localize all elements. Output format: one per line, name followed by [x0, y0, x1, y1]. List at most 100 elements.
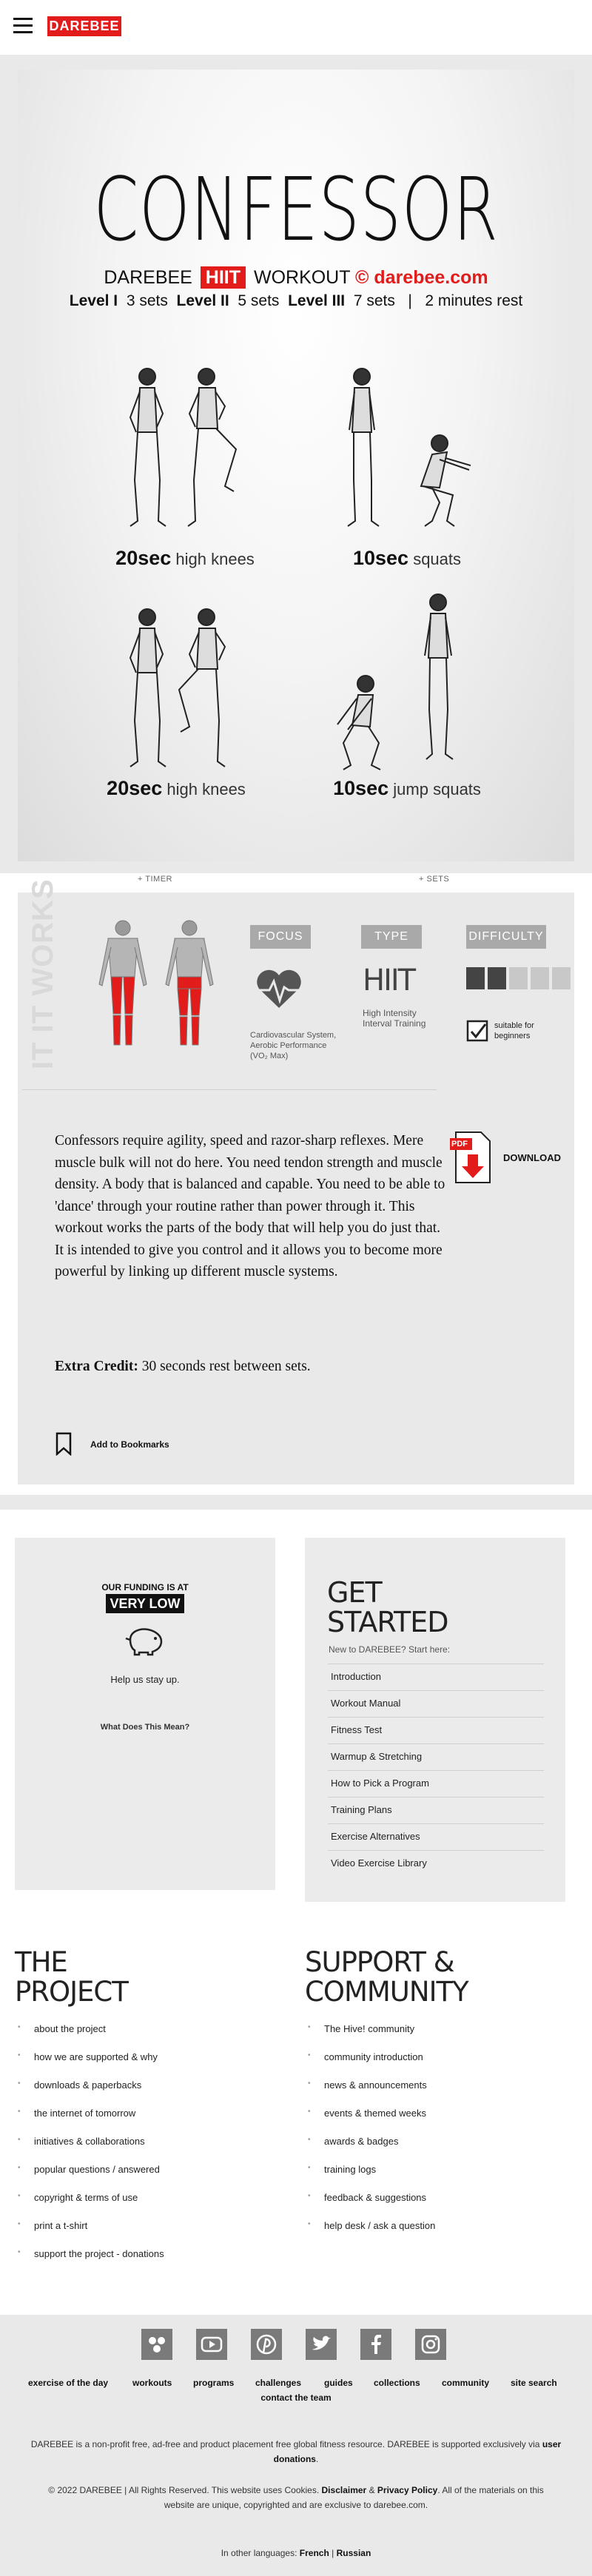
get-started-item[interactable]: Training Plans — [331, 1804, 544, 1815]
exercise-4-caption: 10sec jump squats — [274, 777, 540, 800]
project-link[interactable]: the internet of tomorrow — [34, 2108, 135, 2119]
hive-icon[interactable] — [141, 2329, 172, 2360]
get-started-item[interactable]: Fitness Test — [331, 1724, 544, 1735]
project-link[interactable]: about the project — [34, 2023, 106, 2034]
level-2-sets: 5 sets — [238, 292, 280, 309]
exercise-1-name: high knees — [175, 550, 255, 568]
get-started-item[interactable]: Exercise Alternatives — [331, 1831, 544, 1842]
footer-link[interactable]: collections — [374, 2378, 420, 2388]
support-link[interactable]: awards & badges — [324, 2136, 398, 2147]
support-link[interactable]: events & themed weeks — [324, 2108, 426, 2119]
get-started-divider — [328, 1690, 544, 1691]
poster-levels: Level I 3 sets Level II 5 sets Level III… — [18, 292, 574, 310]
facebook-icon[interactable] — [360, 2329, 391, 2360]
focus-heading: FOCUS — [250, 925, 311, 949]
difficulty-segment — [552, 967, 571, 989]
brand-copyright: © — [355, 267, 369, 288]
exercise-4-name: jump squats — [393, 780, 481, 798]
hamburger-icon[interactable] — [13, 18, 33, 34]
twitter-icon[interactable] — [306, 2329, 337, 2360]
get-started-item[interactable]: Introduction — [331, 1671, 544, 1682]
footer-link[interactable]: exercise of the day — [28, 2378, 108, 2388]
poster-title: CONFESSOR — [93, 158, 499, 260]
project-link[interactable]: support the project - donations — [34, 2248, 164, 2259]
sets-toggle[interactable]: + SETS — [419, 875, 449, 884]
darebee-logo[interactable]: DAREBEE — [47, 16, 121, 36]
funding-info-link[interactable]: What Does This Mean? — [15, 1723, 275, 1732]
support-link[interactable]: news & announcements — [324, 2079, 427, 2091]
difficulty-segment — [488, 967, 506, 989]
project-link[interactable]: initiatives & collaborations — [34, 2136, 145, 2147]
languages-label: In other languages: — [221, 2548, 297, 2558]
section-divider-band — [0, 1495, 592, 1510]
footer-languages: In other languages: French | Russian — [15, 2546, 577, 2560]
project-link[interactable]: downloads & paperbacks — [34, 2079, 141, 2091]
footer-about-text: DAREBEE is a non-profit free, ad-free an… — [30, 2439, 540, 2449]
get-started-item[interactable]: How to Pick a Program — [331, 1778, 544, 1789]
list-bullet: • — [18, 2108, 21, 2116]
pdf-download-icon[interactable] — [448, 1129, 494, 1188]
high-knees-illustration — [129, 368, 238, 527]
level-1-label: Level I — [69, 292, 118, 309]
project-title-1: THE — [15, 1946, 68, 1978]
level-1-sets: 3 sets — [126, 292, 168, 309]
get-started-title-1: GET — [327, 1576, 383, 1609]
project-link[interactable]: how we are supported & why — [34, 2051, 158, 2062]
support-link[interactable]: community introduction — [324, 2051, 423, 2062]
type-value: HIIT — [363, 964, 416, 998]
workout-poster: CONFESSOR DAREBEE HIIT WORKOUT © darebee… — [18, 70, 574, 861]
exercise-3-time: 20sec — [107, 777, 163, 799]
project-link[interactable]: copyright & terms of use — [34, 2192, 138, 2203]
support-link[interactable]: The Hive! community — [324, 2023, 414, 2034]
list-bullet: • — [308, 2079, 311, 2088]
project-title-2: PROJECT — [15, 1976, 129, 2008]
pinterest-icon[interactable] — [251, 2329, 282, 2360]
brand-prefix: DAREBEE — [104, 267, 192, 288]
footer-link[interactable]: programs — [193, 2378, 234, 2388]
list-bullet: • — [18, 2136, 21, 2144]
footer-link[interactable]: community — [442, 2378, 489, 2388]
get-started-item[interactable]: Workout Manual — [331, 1698, 544, 1709]
footer-contact-link[interactable]: contact the team — [0, 2392, 592, 2403]
piggy-bank-icon — [125, 1628, 163, 1656]
list-bullet: • — [18, 2164, 21, 2172]
instagram-icon[interactable] — [415, 2329, 446, 2360]
add-bookmark-link[interactable]: Add to Bookmarks — [90, 1439, 169, 1450]
support-link[interactable]: help desk / ask a question — [324, 2220, 435, 2231]
exercise-2-name: squats — [413, 550, 462, 568]
get-started-divider — [328, 1770, 544, 1771]
jump-squats-illustration — [337, 593, 454, 770]
workout-description: Confessors require agility, speed and ra… — [55, 1133, 445, 1279]
list-bullet: • — [308, 2108, 311, 2116]
project-link[interactable]: popular questions / answered — [34, 2164, 160, 2175]
heart-rate-icon — [255, 969, 303, 1008]
exercise-1-time: 20sec — [115, 547, 172, 569]
youtube-icon[interactable] — [196, 2329, 227, 2360]
funding-line1: OUR FUNDING IS AT — [101, 1582, 189, 1593]
disclaimer-link[interactable]: Disclaimer — [322, 2485, 367, 2495]
checkbox-icon — [466, 1020, 488, 1042]
lang-french-link[interactable]: French — [300, 2548, 329, 2558]
side-label-text: IT IT WORKS — [27, 878, 59, 1069]
get-started-item[interactable]: Video Exercise Library — [331, 1857, 544, 1869]
high-knees-illustration-2 — [129, 608, 226, 767]
support-link[interactable]: training logs — [324, 2164, 376, 2175]
footer-link[interactable]: site search — [511, 2378, 557, 2388]
lang-russian-link[interactable]: Russian — [337, 2548, 371, 2558]
bookmark-icon[interactable] — [55, 1432, 73, 1456]
footer-link[interactable]: workouts — [132, 2378, 172, 2388]
download-link[interactable]: DOWNLOAD — [503, 1152, 561, 1163]
get-started-subtitle: New to DAREBEE? Start here: — [329, 1644, 451, 1655]
privacy-policy-link[interactable]: Privacy Policy — [377, 2485, 437, 2495]
footer-link[interactable]: guides — [324, 2378, 353, 2388]
difficulty-segment — [509, 967, 528, 989]
poster-brand-line: DAREBEE HIIT WORKOUT © darebee.com — [18, 266, 574, 289]
level-3-sets: 7 sets — [353, 292, 395, 309]
info-divider — [22, 1089, 437, 1090]
support-link[interactable]: feedback & suggestions — [324, 2192, 426, 2203]
project-link[interactable]: print a t-shirt — [34, 2220, 87, 2231]
timer-toggle[interactable]: + TIMER — [138, 875, 172, 884]
footer-link[interactable]: challenges — [255, 2378, 301, 2388]
extra-credit-text: 30 seconds rest between sets. — [141, 1359, 311, 1374]
get-started-item[interactable]: Warmup & Stretching — [331, 1751, 544, 1762]
